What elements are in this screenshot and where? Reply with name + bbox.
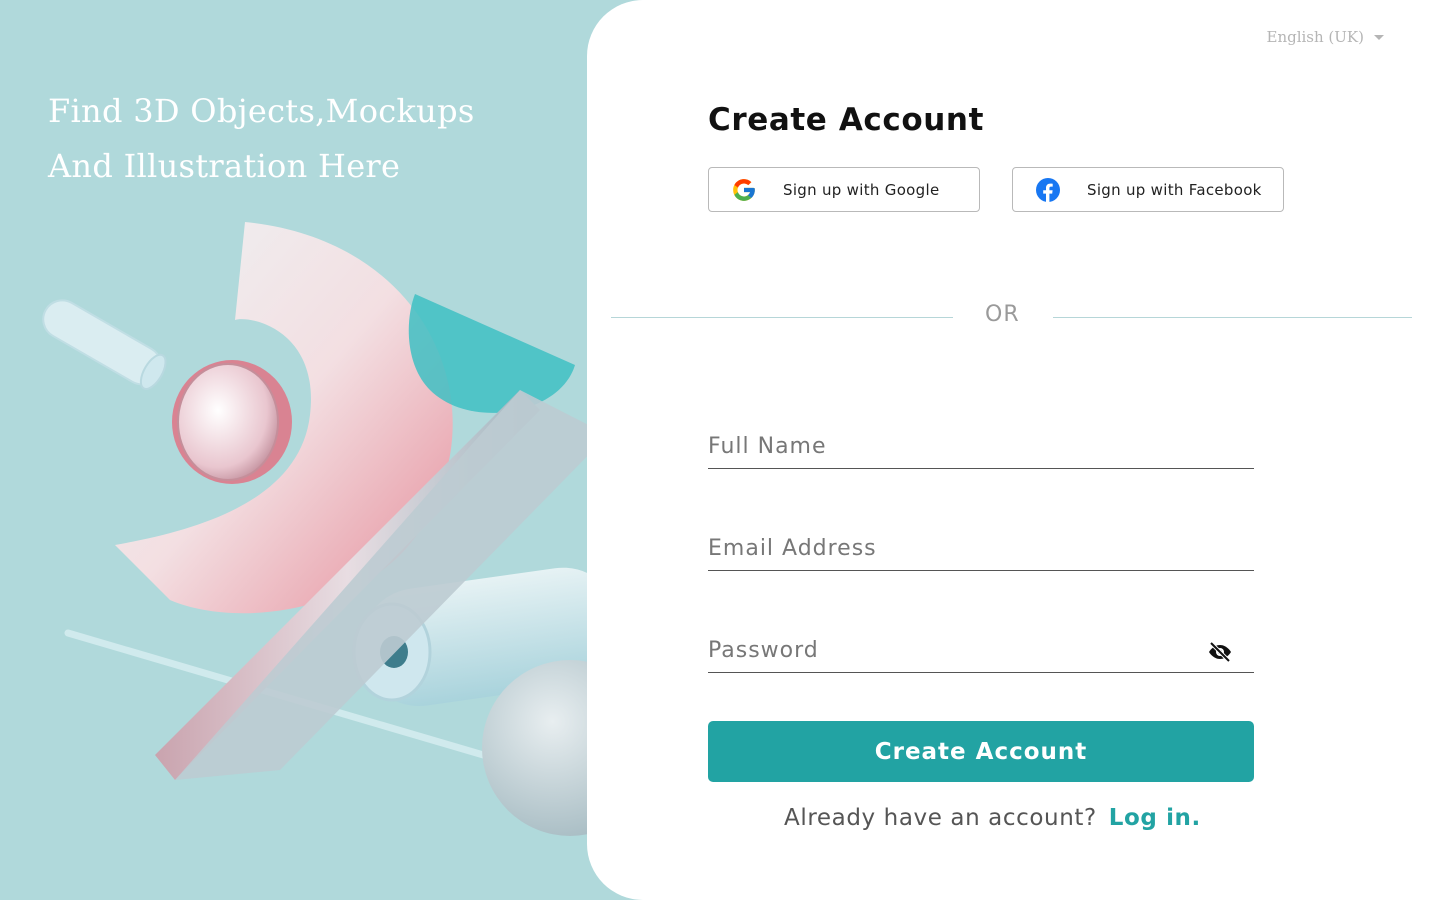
- signup-panel: English (UK) Create Account Sign up with…: [587, 0, 1440, 900]
- hero-headline: Find 3D Objects,Mockups And Illustration…: [48, 84, 518, 194]
- language-selector[interactable]: English (UK): [1266, 28, 1384, 46]
- facebook-signup-button[interactable]: Sign up with Facebook: [1012, 167, 1284, 212]
- login-prompt: Already have an account?: [784, 805, 1097, 831]
- full-name-input[interactable]: [708, 428, 1198, 464]
- full-name-field: [708, 428, 1254, 469]
- create-account-button[interactable]: Create Account: [708, 721, 1254, 782]
- google-signup-label: Sign up with Google: [783, 180, 940, 199]
- divider-right: [1053, 317, 1412, 318]
- email-input[interactable]: [708, 530, 1198, 566]
- google-signup-button[interactable]: Sign up with Google: [708, 167, 980, 212]
- chevron-down-icon: [1374, 34, 1384, 40]
- google-icon: [731, 177, 757, 203]
- login-link[interactable]: Log in.: [1109, 805, 1201, 831]
- eye-off-icon[interactable]: [1208, 640, 1232, 664]
- divider-left: [611, 317, 953, 318]
- facebook-icon: [1035, 177, 1061, 203]
- email-field: [708, 530, 1254, 571]
- language-label: English (UK): [1266, 28, 1365, 46]
- password-input[interactable]: [708, 632, 1198, 668]
- login-prompt-row: Already have an account? Log in.: [784, 805, 1201, 831]
- facebook-signup-label: Sign up with Facebook: [1087, 180, 1262, 199]
- hero-line-2: And Illustration Here: [48, 147, 401, 185]
- divider-or: OR: [985, 302, 1020, 327]
- hero-line-1: Find 3D Objects,Mockups: [48, 92, 475, 130]
- page-title: Create Account: [708, 102, 985, 138]
- password-field: [708, 632, 1254, 673]
